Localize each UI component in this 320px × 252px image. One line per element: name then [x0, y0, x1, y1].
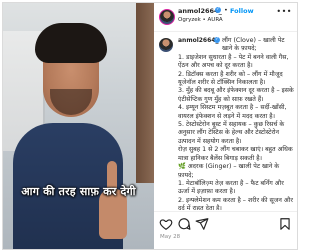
- verified-badge-icon: ✓: [215, 7, 221, 13]
- comment-line: लौंग (Clove) – खाली पेट खाने के फ़ायदे;: [222, 37, 285, 53]
- bookmark-icon[interactable]: [278, 217, 292, 231]
- share-icon[interactable]: [195, 217, 209, 231]
- person-hair: [35, 23, 107, 63]
- comment-icon[interactable]: [177, 217, 191, 231]
- post-header: anmol2664_ ✓ • Follow Ogryzek • AURA •••: [154, 3, 297, 32]
- video-caption: आग की तरह साफ़ कर देगी: [21, 185, 136, 198]
- follow-button[interactable]: Follow: [230, 7, 254, 15]
- audio-subline[interactable]: Ogryzek • AURA: [178, 17, 223, 23]
- comment-line: 3. मुँह की बदबू और इंफेक्शन दूर करता है …: [178, 87, 294, 103]
- comment-avatar[interactable]: [159, 38, 173, 52]
- separator-dot: •: [224, 6, 228, 14]
- action-bar: [154, 211, 297, 234]
- instagram-post: आग की तरह साफ़ कर देगी anmol2664_ ✓ • Fo…: [2, 2, 298, 250]
- post-date: May 28: [160, 234, 181, 240]
- avatar[interactable]: [159, 9, 175, 25]
- comment-line: 4. इम्यून सिस्टम मज़बूत करता है – सर्दी-…: [178, 104, 287, 120]
- comment-line: रोज़ सुबह 1 से 2 लौंग चबाकर खाएं। बहुत अ…: [178, 146, 293, 162]
- comment-line: 2. इन्फ्लेमेशन कम करता है – शरीर की सूजन…: [178, 196, 293, 210]
- post-side-panel: anmol2664_ ✓ • Follow Ogryzek • AURA •••…: [154, 3, 297, 249]
- comment-line: 1. डाइजेशन सुधारता है – पेट में बनने वाल…: [178, 53, 289, 70]
- more-options-icon[interactable]: •••: [276, 7, 292, 16]
- comment-line: 1. मेटाबॉलिज़्म तेज़ करता है – फैट बर्नि…: [178, 179, 284, 196]
- comment-line: 🌿 अदरक (Ginger) – खाली पेट खाने के फ़ायद…: [178, 163, 280, 179]
- background-door: [136, 3, 154, 183]
- comment-line: 2. डिटॉक्स करता है शरीर को – लौंग में मौ…: [178, 70, 283, 87]
- comment-line: 5. टेस्टोस्टेरोन बूस्ट में सहायक – कुछ र…: [178, 121, 285, 145]
- reel-video[interactable]: आग की तरह साफ़ कर देगी: [3, 3, 154, 249]
- heart-icon[interactable]: [159, 217, 173, 231]
- comment-text: लौंग (Clove) – खाली पेट खाने के फ़ायदे; …: [178, 37, 294, 210]
- caption-comment: anmol2664_ ✓ लौंग (Clove) – खाली पेट खान…: [154, 32, 297, 210]
